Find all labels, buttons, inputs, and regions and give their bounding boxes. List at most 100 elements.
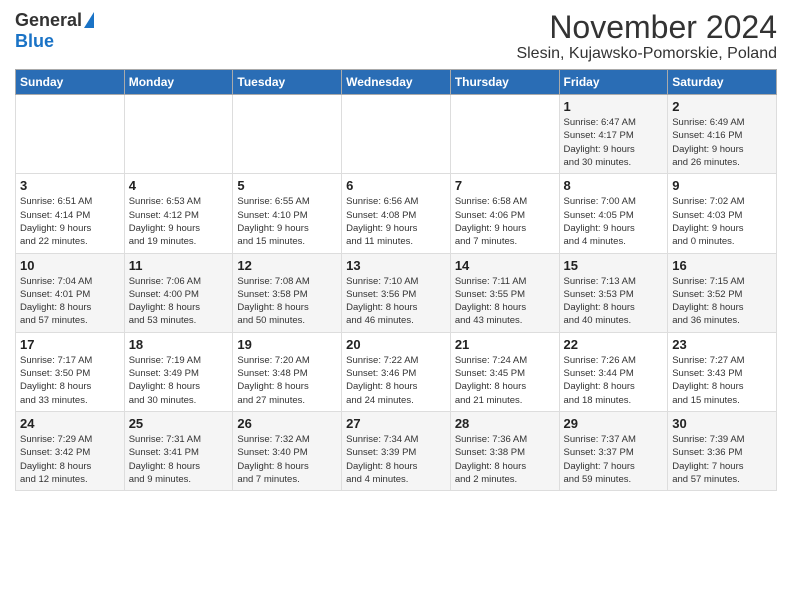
calendar-cell: 16 Sunrise: 7:15 AM Sunset: 3:52 PM Dayli… xyxy=(668,253,777,332)
day-info: Sunrise: 7:10 AM Sunset: 3:56 PM Dayligh… xyxy=(346,275,446,328)
calendar-cell xyxy=(124,95,233,174)
day-number: 7 xyxy=(455,178,555,193)
col-header-wednesday: Wednesday xyxy=(342,70,451,95)
col-header-friday: Friday xyxy=(559,70,668,95)
day-info: Sunrise: 7:37 AM Sunset: 3:37 PM Dayligh… xyxy=(564,433,664,486)
day-info: Sunrise: 6:53 AM Sunset: 4:12 PM Dayligh… xyxy=(129,195,229,248)
calendar-cell: 12 Sunrise: 7:08 AM Sunset: 3:58 PM Dayli… xyxy=(233,253,342,332)
day-info: Sunrise: 7:31 AM Sunset: 3:41 PM Dayligh… xyxy=(129,433,229,486)
calendar-cell: 5 Sunrise: 6:55 AM Sunset: 4:10 PM Daylig… xyxy=(233,174,342,253)
calendar-cell: 19 Sunrise: 7:20 AM Sunset: 3:48 PM Dayli… xyxy=(233,332,342,411)
title-block: November 2024 Slesin, Kujawsko-Pomorskie… xyxy=(516,10,777,63)
day-number: 3 xyxy=(20,178,120,193)
day-number: 29 xyxy=(564,416,664,431)
day-info: Sunrise: 7:11 AM Sunset: 3:55 PM Dayligh… xyxy=(455,275,555,328)
day-info: Sunrise: 7:26 AM Sunset: 3:44 PM Dayligh… xyxy=(564,354,664,407)
day-info: Sunrise: 7:08 AM Sunset: 3:58 PM Dayligh… xyxy=(237,275,337,328)
page-subtitle: Slesin, Kujawsko-Pomorskie, Poland xyxy=(516,45,777,63)
calendar-cell xyxy=(342,95,451,174)
calendar-cell: 8 Sunrise: 7:00 AM Sunset: 4:05 PM Daylig… xyxy=(559,174,668,253)
logo-general-text: General xyxy=(15,10,82,31)
day-number: 23 xyxy=(672,337,772,352)
day-info: Sunrise: 6:55 AM Sunset: 4:10 PM Dayligh… xyxy=(237,195,337,248)
calendar-cell: 3 Sunrise: 6:51 AM Sunset: 4:14 PM Daylig… xyxy=(16,174,125,253)
day-number: 26 xyxy=(237,416,337,431)
calendar-cell: 2Sunrise: 6:49 AM Sunset: 4:16 PM Daylig… xyxy=(668,95,777,174)
day-info: Sunrise: 6:47 AM Sunset: 4:17 PM Dayligh… xyxy=(564,116,664,169)
day-number: 8 xyxy=(564,178,664,193)
col-header-saturday: Saturday xyxy=(668,70,777,95)
week-row-2: 3 Sunrise: 6:51 AM Sunset: 4:14 PM Daylig… xyxy=(16,174,777,253)
calendar-cell: 22 Sunrise: 7:26 AM Sunset: 3:44 PM Dayli… xyxy=(559,332,668,411)
day-info: Sunrise: 7:13 AM Sunset: 3:53 PM Dayligh… xyxy=(564,275,664,328)
main-container: General Blue November 2024 Slesin, Kujaw… xyxy=(0,0,792,496)
calendar-cell: 27Sunrise: 7:34 AM Sunset: 3:39 PM Dayli… xyxy=(342,411,451,490)
day-info: Sunrise: 7:29 AM Sunset: 3:42 PM Dayligh… xyxy=(20,433,120,486)
logo: General Blue xyxy=(15,10,94,52)
calendar-cell: 10Sunrise: 7:04 AM Sunset: 4:01 PM Dayli… xyxy=(16,253,125,332)
day-info: Sunrise: 7:17 AM Sunset: 3:50 PM Dayligh… xyxy=(20,354,120,407)
day-number: 10 xyxy=(20,258,120,273)
day-number: 15 xyxy=(564,258,664,273)
day-info: Sunrise: 7:22 AM Sunset: 3:46 PM Dayligh… xyxy=(346,354,446,407)
calendar-cell: 17 Sunrise: 7:17 AM Sunset: 3:50 PM Dayli… xyxy=(16,332,125,411)
day-info: Sunrise: 7:19 AM Sunset: 3:49 PM Dayligh… xyxy=(129,354,229,407)
calendar-cell: 18Sunrise: 7:19 AM Sunset: 3:49 PM Dayli… xyxy=(124,332,233,411)
calendar-cell: 1 Sunrise: 6:47 AM Sunset: 4:17 PM Daylig… xyxy=(559,95,668,174)
calendar-cell: 13Sunrise: 7:10 AM Sunset: 3:56 PM Dayli… xyxy=(342,253,451,332)
day-number: 20 xyxy=(346,337,446,352)
calendar-cell: 24 Sunrise: 7:29 AM Sunset: 3:42 PM Dayli… xyxy=(16,411,125,490)
day-number: 17 xyxy=(20,337,120,352)
calendar-cell: 23 Sunrise: 7:27 AM Sunset: 3:43 PM Dayli… xyxy=(668,332,777,411)
day-number: 16 xyxy=(672,258,772,273)
calendar-cell: 7 Sunrise: 6:58 AM Sunset: 4:06 PM Daylig… xyxy=(450,174,559,253)
week-row-5: 24 Sunrise: 7:29 AM Sunset: 3:42 PM Dayli… xyxy=(16,411,777,490)
calendar-cell: 6 Sunrise: 6:56 AM Sunset: 4:08 PM Daylig… xyxy=(342,174,451,253)
calendar-cell: 15 Sunrise: 7:13 AM Sunset: 3:53 PM Dayli… xyxy=(559,253,668,332)
calendar-cell: 21 Sunrise: 7:24 AM Sunset: 3:45 PM Dayli… xyxy=(450,332,559,411)
day-number: 1 xyxy=(564,99,664,114)
day-info: Sunrise: 6:58 AM Sunset: 4:06 PM Dayligh… xyxy=(455,195,555,248)
day-number: 22 xyxy=(564,337,664,352)
day-info: Sunrise: 7:06 AM Sunset: 4:00 PM Dayligh… xyxy=(129,275,229,328)
calendar-cell xyxy=(450,95,559,174)
calendar-cell: 29 Sunrise: 7:37 AM Sunset: 3:37 PM Dayli… xyxy=(559,411,668,490)
calendar-cell xyxy=(233,95,342,174)
day-number: 9 xyxy=(672,178,772,193)
day-info: Sunrise: 6:51 AM Sunset: 4:14 PM Dayligh… xyxy=(20,195,120,248)
logo-blue-text: Blue xyxy=(15,31,54,52)
day-number: 27 xyxy=(346,416,446,431)
calendar-cell: 11Sunrise: 7:06 AM Sunset: 4:00 PM Dayli… xyxy=(124,253,233,332)
day-info: Sunrise: 7:02 AM Sunset: 4:03 PM Dayligh… xyxy=(672,195,772,248)
day-info: Sunrise: 7:20 AM Sunset: 3:48 PM Dayligh… xyxy=(237,354,337,407)
day-info: Sunrise: 7:32 AM Sunset: 3:40 PM Dayligh… xyxy=(237,433,337,486)
header-row: SundayMondayTuesdayWednesdayThursdayFrid… xyxy=(16,70,777,95)
page-title: November 2024 xyxy=(516,10,777,45)
calendar-cell: 14 Sunrise: 7:11 AM Sunset: 3:55 PM Dayli… xyxy=(450,253,559,332)
col-header-thursday: Thursday xyxy=(450,70,559,95)
col-header-monday: Monday xyxy=(124,70,233,95)
day-number: 28 xyxy=(455,416,555,431)
day-info: Sunrise: 6:56 AM Sunset: 4:08 PM Dayligh… xyxy=(346,195,446,248)
day-info: Sunrise: 7:15 AM Sunset: 3:52 PM Dayligh… xyxy=(672,275,772,328)
day-number: 4 xyxy=(129,178,229,193)
day-info: Sunrise: 7:27 AM Sunset: 3:43 PM Dayligh… xyxy=(672,354,772,407)
day-number: 6 xyxy=(346,178,446,193)
logo-triangle-icon xyxy=(84,12,94,28)
day-info: Sunrise: 7:24 AM Sunset: 3:45 PM Dayligh… xyxy=(455,354,555,407)
calendar-cell: 30Sunrise: 7:39 AM Sunset: 3:36 PM Dayli… xyxy=(668,411,777,490)
day-number: 19 xyxy=(237,337,337,352)
calendar-cell: 25Sunrise: 7:31 AM Sunset: 3:41 PM Dayli… xyxy=(124,411,233,490)
col-header-tuesday: Tuesday xyxy=(233,70,342,95)
day-number: 12 xyxy=(237,258,337,273)
day-info: Sunrise: 7:00 AM Sunset: 4:05 PM Dayligh… xyxy=(564,195,664,248)
calendar-cell: 28Sunrise: 7:36 AM Sunset: 3:38 PM Dayli… xyxy=(450,411,559,490)
day-number: 14 xyxy=(455,258,555,273)
header: General Blue November 2024 Slesin, Kujaw… xyxy=(15,10,777,63)
day-number: 5 xyxy=(237,178,337,193)
week-row-4: 17 Sunrise: 7:17 AM Sunset: 3:50 PM Dayli… xyxy=(16,332,777,411)
calendar-cell: 20 Sunrise: 7:22 AM Sunset: 3:46 PM Dayli… xyxy=(342,332,451,411)
day-number: 24 xyxy=(20,416,120,431)
day-number: 21 xyxy=(455,337,555,352)
week-row-3: 10Sunrise: 7:04 AM Sunset: 4:01 PM Dayli… xyxy=(16,253,777,332)
